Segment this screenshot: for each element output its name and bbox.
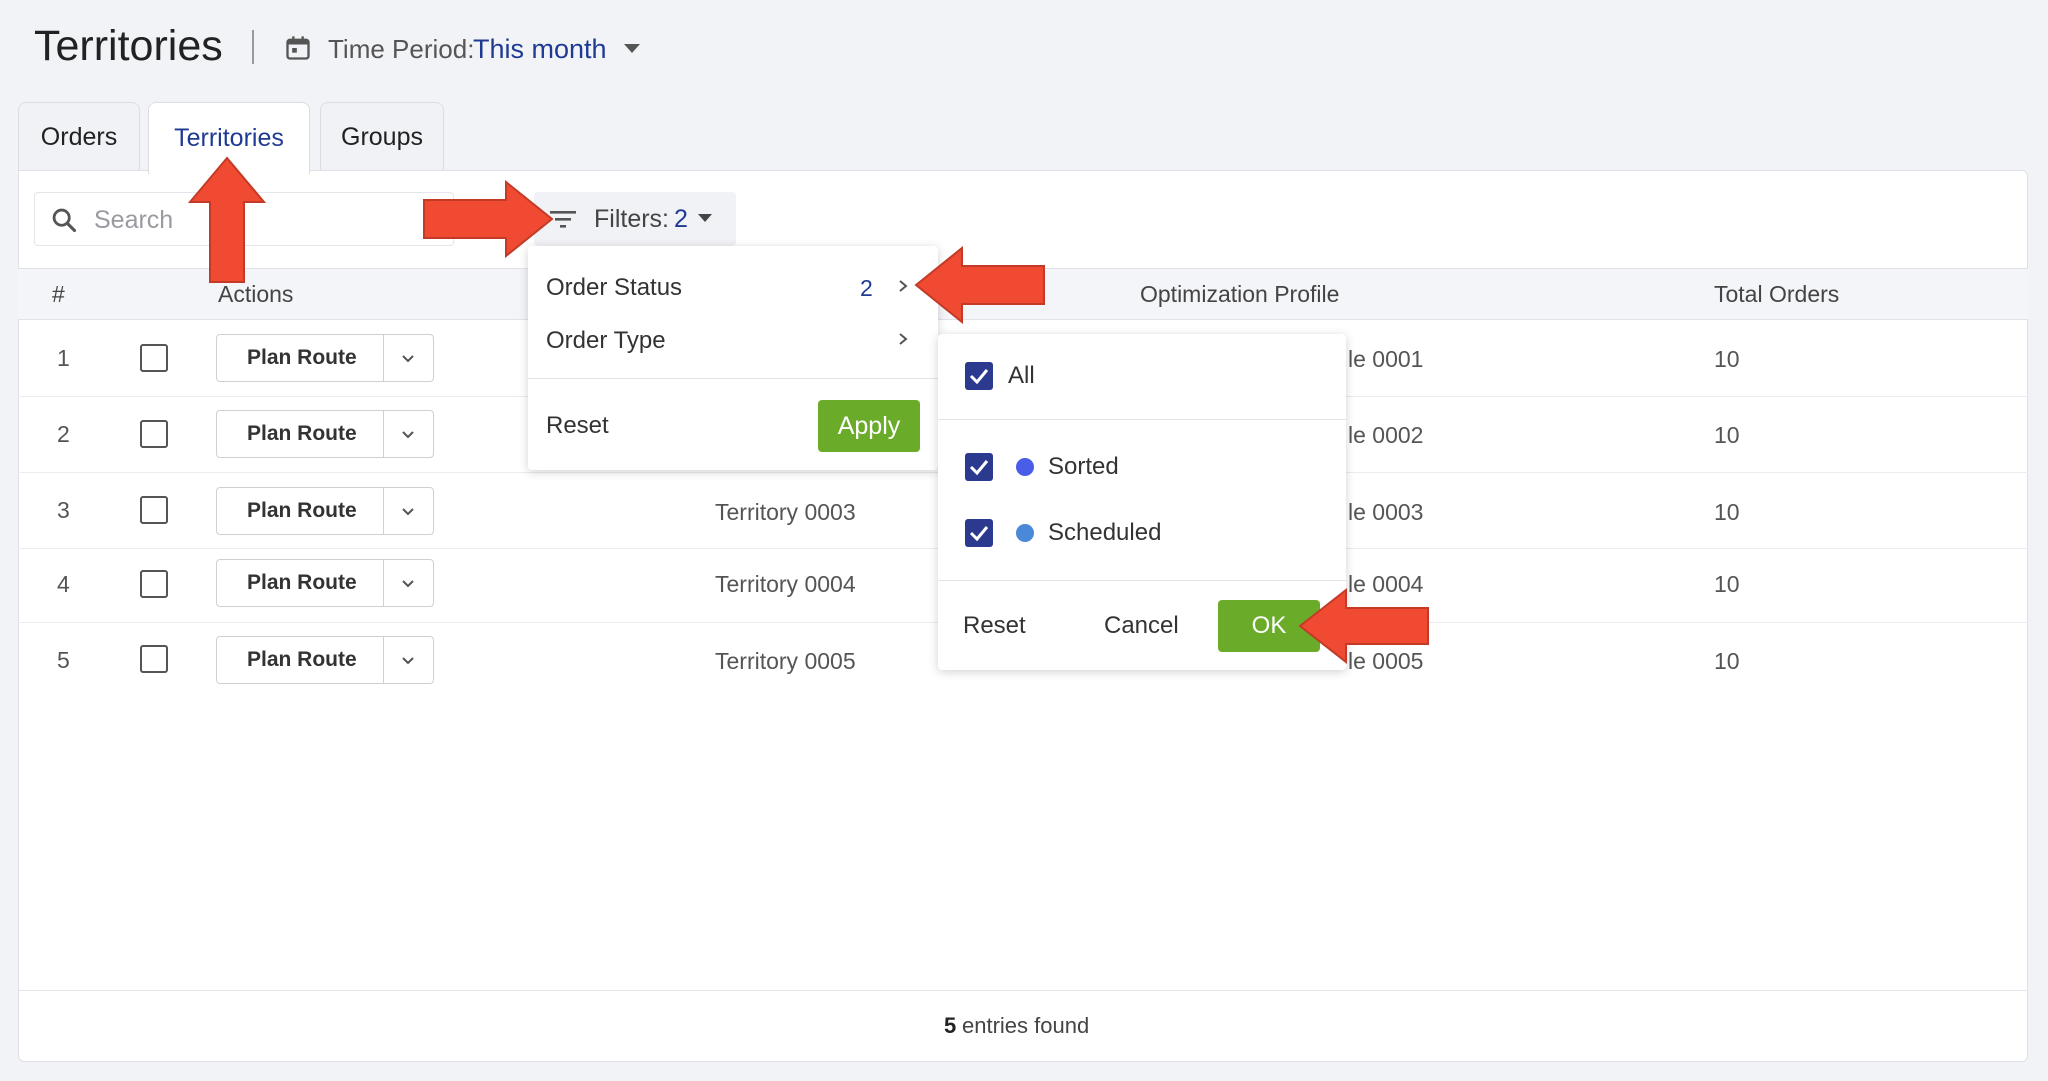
row-checkbox[interactable] [140, 496, 168, 524]
filter-item-order-status[interactable]: Order Status [546, 272, 682, 304]
total-orders-cell: 10 [1714, 422, 1740, 448]
plan-route-label[interactable]: Plan Route [247, 645, 357, 675]
header-divider [252, 30, 254, 64]
tab-groups[interactable]: Groups [320, 102, 444, 172]
all-checkbox[interactable] [965, 362, 993, 390]
submenu-reset-button[interactable]: Reset [963, 610, 1026, 642]
caret-down-icon[interactable] [624, 44, 640, 53]
row-checkbox[interactable] [140, 570, 168, 598]
row-number: 2 [57, 421, 70, 447]
footer-divider [18, 990, 2028, 991]
row-number: 1 [57, 345, 70, 371]
row-checkbox[interactable] [140, 420, 168, 448]
territory-name-cell: Territory 0005 [715, 648, 856, 674]
total-orders-cell: 10 [1714, 648, 1740, 674]
entries-count: 5 [944, 1013, 957, 1038]
filter-reset-button[interactable]: Reset [546, 410, 609, 442]
optimization-profile-cell: le 0003 [1348, 499, 1424, 525]
optimization-profile-cell: le 0001 [1348, 346, 1424, 372]
territory-name-cell: Territory 0003 [715, 499, 856, 525]
button-divider [383, 410, 384, 458]
button-divider [383, 636, 384, 684]
sorted-status-dot [1016, 458, 1034, 476]
arrow-left-annotation [1298, 588, 1429, 664]
submenu-divider [938, 580, 1346, 581]
caret-down-icon[interactable] [698, 214, 712, 222]
plan-route-label[interactable]: Plan Route [247, 343, 357, 373]
arrow-left-annotation [914, 246, 1045, 324]
filter-item-order-type[interactable]: Order Type [546, 325, 666, 357]
sorted-checkbox[interactable] [965, 453, 993, 481]
scheduled-checkbox[interactable] [965, 519, 993, 547]
plan-route-label[interactable]: Plan Route [247, 496, 357, 526]
filter-item-count[interactable]: 2 [860, 272, 873, 304]
plan-route-label[interactable]: Plan Route [247, 568, 357, 598]
scheduled-label[interactable]: Scheduled [1048, 517, 1161, 549]
total-orders-cell: 10 [1714, 346, 1740, 372]
cancel-button[interactable]: Cancel [1104, 610, 1179, 642]
chevron-down-icon[interactable] [400, 427, 416, 443]
column-header-optimization-profile: Optimization Profile [1140, 281, 1340, 307]
column-header-total-orders: Total Orders [1714, 281, 1840, 307]
plan-route-label[interactable]: Plan Route [247, 419, 357, 449]
row-checkbox[interactable] [140, 645, 168, 673]
checkmark-icon [969, 526, 989, 542]
chevron-down-icon[interactable] [400, 576, 416, 592]
checkmark-icon [969, 460, 989, 476]
filters-label[interactable]: Filters: [594, 203, 669, 235]
menu-divider [528, 378, 938, 379]
button-divider [383, 487, 384, 535]
scheduled-status-dot [1016, 524, 1034, 542]
submenu-divider [938, 419, 1346, 420]
chevron-down-icon[interactable] [400, 351, 416, 367]
territory-name-cell: Territory 0004 [715, 571, 856, 597]
search-icon [52, 208, 77, 233]
sorted-label[interactable]: Sorted [1048, 451, 1119, 483]
row-number: 3 [57, 497, 70, 523]
row-number: 4 [57, 571, 70, 597]
button-divider [383, 559, 384, 607]
entries-found-label: entries found [962, 1013, 1090, 1038]
all-label[interactable]: All [1008, 360, 1035, 392]
button-divider [383, 334, 384, 382]
total-orders-cell: 10 [1714, 571, 1740, 597]
column-header-number: # [52, 281, 65, 307]
calendar-icon[interactable] [284, 34, 312, 62]
chevron-down-icon[interactable] [400, 504, 416, 520]
checkmark-icon [969, 369, 989, 385]
page-title: Territories [34, 22, 223, 70]
arrow-right-annotation [423, 180, 554, 258]
total-orders-cell: 10 [1714, 499, 1740, 525]
chevron-right-icon[interactable] [896, 332, 910, 346]
time-period-dropdown[interactable]: This month [473, 32, 607, 66]
chevron-down-icon[interactable] [400, 653, 416, 669]
row-number: 5 [57, 647, 70, 673]
chevron-right-icon[interactable] [896, 279, 910, 293]
tab-orders[interactable]: Orders [18, 102, 140, 172]
row-checkbox[interactable] [140, 344, 168, 372]
filters-count[interactable]: 2 [674, 203, 688, 235]
optimization-profile-cell: le 0002 [1348, 422, 1424, 448]
time-period-label: Time Period: [328, 34, 475, 64]
arrow-up-annotation [188, 156, 266, 283]
apply-button[interactable]: Apply [818, 400, 920, 452]
